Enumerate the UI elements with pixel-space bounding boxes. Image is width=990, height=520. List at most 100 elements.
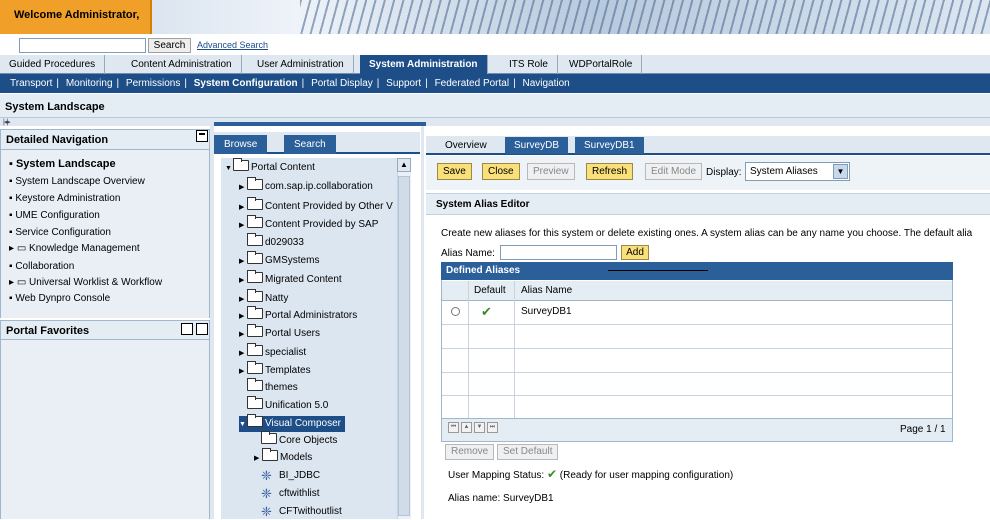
alias-name-label: Alias Name: [441, 248, 495, 259]
refresh-button[interactable]: Refresh [586, 163, 634, 180]
nav-item-knowledge-management[interactable]: ▸ ▭ Knowledge Management [9, 243, 140, 254]
folder-icon: ▭ [16, 243, 27, 254]
subnav-support[interactable]: Support [386, 78, 421, 89]
second-level-navigation: Transport | Monitoring | Permissions | Syst… [0, 74, 990, 93]
tab-overview[interactable]: Overview [436, 137, 496, 154]
tree-node[interactable]: Unification 5.0 [239, 396, 328, 414]
portal-favorites-header: Portal Favorites [0, 320, 210, 340]
nav-item-web-dynpro-console[interactable]: ▪ Web Dynpro Console [9, 293, 110, 304]
nav-item-collaboration[interactable]: ▪ Collaboration [9, 261, 74, 272]
subnav-permissions[interactable]: Permissions [126, 78, 180, 89]
tree-node[interactable]: Core Objects [261, 431, 337, 449]
tree-node[interactable]: ❈ CFTwithoutlist [261, 504, 342, 520]
subnav-system-configuration[interactable]: System Configuration [194, 78, 298, 89]
chevron-down-icon[interactable]: ▼ [833, 164, 848, 179]
divider [608, 270, 708, 271]
tree-node[interactable]: ▶ GMSystems [239, 251, 319, 269]
tree-node[interactable]: ▶ Portal Users [239, 324, 320, 342]
close-button[interactable]: Close [482, 163, 520, 180]
table-title: Defined Aliases [441, 262, 953, 280]
subnav-navigation[interactable]: Navigation [522, 78, 569, 89]
last-page-icon[interactable]: ⏭ [487, 422, 498, 433]
tab-user-administration[interactable]: User Administration [248, 55, 354, 74]
tree-node[interactable]: themes [239, 378, 298, 396]
remove-button[interactable]: Remove [445, 444, 495, 460]
first-page-icon[interactable]: ⏮ [448, 422, 459, 433]
folder-icon [247, 343, 263, 356]
folder-icon [261, 431, 277, 444]
tree-node[interactable]: ❈ BI_JDBC [261, 468, 320, 484]
system-icon: ❈ [261, 504, 272, 519]
tab-surveydb[interactable]: SurveyDB [505, 137, 569, 154]
nav-item-service-configuration[interactable]: ▪ Service Configuration [9, 227, 111, 238]
page-title: System Landscape [0, 94, 990, 118]
next-page-icon[interactable]: ▼ [474, 422, 485, 433]
tab-browse[interactable]: Browse [214, 135, 268, 154]
system-alias-editor-title: System Alias Editor [426, 193, 990, 215]
tree-node-portal-content[interactable]: ▼ Portal Content [225, 158, 315, 176]
tab-surveydb1[interactable]: SurveyDB1 [575, 137, 644, 154]
folder-icon [247, 270, 263, 283]
folder-icon [247, 197, 263, 210]
folder-icon [247, 378, 263, 391]
nav-item-universal-worklist[interactable]: ▸ ▭ Universal Worklist & Workflow [9, 277, 162, 288]
tab-content-administration[interactable]: Content Administration [122, 55, 242, 74]
folder-icon [247, 396, 263, 409]
collapse-left-icon[interactable]: |◂|▸ [3, 118, 11, 126]
check-icon: ✔ [481, 304, 492, 319]
tree-node[interactable]: ▶ Migrated Content [239, 270, 342, 288]
search-input[interactable] [19, 38, 146, 53]
tree-node[interactable]: ▶ Natty [239, 289, 288, 307]
tab-its-role[interactable]: ITS Role [500, 55, 558, 74]
subnav-monitoring[interactable]: Monitoring [66, 78, 113, 89]
column-header-default: Default [474, 285, 506, 296]
tree-node[interactable]: ▶ Portal Administrators [239, 306, 357, 324]
display-select[interactable]: System Aliases ▼ [745, 162, 850, 181]
set-default-button[interactable]: Set Default [497, 444, 559, 460]
tree-node[interactable]: d029033 [239, 233, 304, 251]
search-button[interactable]: Search [148, 38, 191, 53]
alias-name-text: Alias name: SurveyDB1 [448, 493, 554, 504]
tab-search[interactable]: Search [284, 135, 336, 154]
save-button[interactable]: Save [437, 163, 472, 180]
minimize-icon[interactable] [196, 130, 208, 142]
table-row[interactable] [442, 301, 952, 325]
tree-node[interactable]: ▶ Models [254, 448, 312, 466]
folder-icon: ▭ [16, 277, 27, 288]
tree-node[interactable]: ❈ cftwithlist [261, 486, 320, 502]
tree-node[interactable]: ▶ Content Provided by Other V [239, 197, 393, 215]
previous-page-icon[interactable]: ▲ [461, 422, 472, 433]
nav-item-system-landscape-overview[interactable]: ▪ System Landscape Overview [9, 176, 145, 187]
folder-icon [247, 251, 263, 264]
tab-guided-procedures[interactable]: Guided Procedures [0, 55, 106, 74]
alias-name-input[interactable] [500, 245, 617, 260]
scrollbar-thumb[interactable] [398, 176, 410, 516]
detailed-navigation-header: Detailed Navigation [0, 129, 210, 150]
tree-node[interactable]: ▶ com.sap.ip.collaboration [239, 177, 373, 195]
tree-node[interactable]: ▶ Templates [239, 361, 311, 379]
folder-icon [262, 448, 278, 461]
right-splitter[interactable] [421, 126, 424, 519]
nav-item-system-landscape[interactable]: ▪ System Landscape [9, 158, 116, 170]
tree-node-visual-composer[interactable]: ▼ Visual Composer [239, 414, 345, 432]
tree-node[interactable]: ▶ Content Provided by SAP [239, 215, 378, 233]
subnav-federated-portal[interactable]: Federated Portal [435, 78, 510, 89]
add-button[interactable]: Add [621, 245, 649, 260]
advanced-search-link[interactable]: Advanced Search [197, 40, 268, 50]
browse-tabs: Browse Search [214, 132, 420, 154]
restore-icon[interactable] [196, 323, 208, 335]
row-select-radio[interactable] [451, 307, 460, 316]
portal-content-tree: ▼ Portal Content ▶ com.sap.ip.collaboratio… [221, 158, 397, 519]
nav-item-ume-configuration[interactable]: ▪ UME Configuration [9, 210, 100, 221]
table-footer [442, 418, 952, 441]
scroll-up-icon[interactable]: ▲ [397, 158, 411, 172]
tree-node[interactable]: ▶ specialist [239, 343, 306, 361]
edit-mode-button[interactable]: Edit Mode [645, 163, 703, 180]
subnav-transport[interactable]: Transport [10, 78, 52, 89]
favorites-options-icon[interactable] [181, 323, 193, 335]
subnav-portal-display[interactable]: Portal Display [311, 78, 373, 89]
tab-system-administration[interactable]: System Administration [360, 55, 488, 74]
preview-button[interactable]: Preview [527, 163, 575, 180]
tab-wdportalrole[interactable]: WDPortalRole [560, 55, 643, 74]
nav-item-keystore-administration[interactable]: ▪ Keystore Administration [9, 193, 120, 204]
